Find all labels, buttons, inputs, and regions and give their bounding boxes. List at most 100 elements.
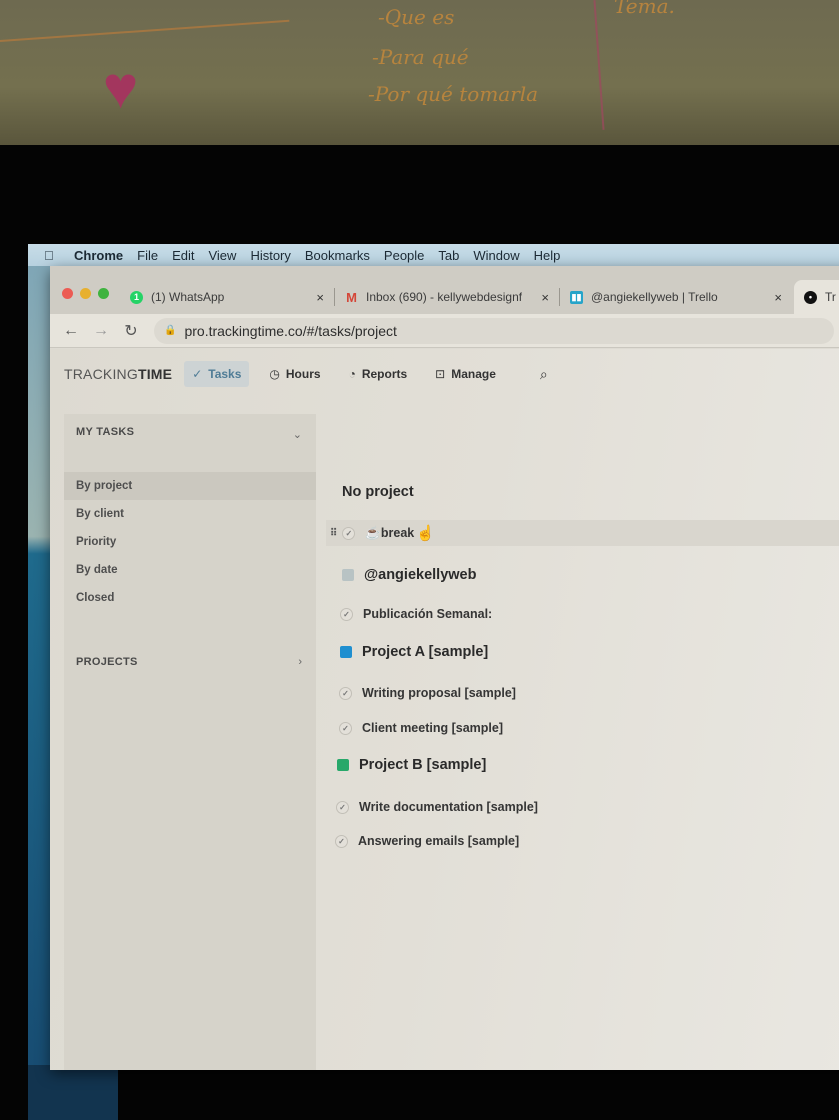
- wall-background: ♥ -Que es -Para qué -Por qué tomarla Tem…: [0, 0, 839, 145]
- complete-checkbox[interactable]: ✓: [340, 607, 353, 621]
- nav-label: Manage: [451, 367, 496, 381]
- briefcase-icon: ⊡: [435, 367, 446, 381]
- tab-title: Tr: [825, 290, 836, 304]
- heart-drawing-icon: ♥: [102, 54, 139, 121]
- reports-icon: ◔: [348, 367, 356, 381]
- nav-label: Tasks: [208, 367, 242, 381]
- close-tab-icon[interactable]: ×: [541, 290, 549, 305]
- task-name: ☕break: [365, 525, 415, 540]
- url-text: pro.trackingtime.co/#/tasks/project: [184, 322, 397, 339]
- project-color-swatch: [340, 646, 352, 658]
- group-title: @angiekellyweb: [364, 567, 477, 583]
- drag-handle-icon[interactable]: ⠿: [330, 528, 337, 539]
- handwriting-line: -Que es: [378, 5, 455, 29]
- desktop-wallpaper: [28, 1065, 118, 1120]
- lock-icon: 🔒: [164, 325, 177, 336]
- nav-tasks[interactable]: ✓ Tasks: [184, 361, 250, 387]
- task-row[interactable]: ✓ Writing proposal [sample]: [339, 686, 516, 700]
- complete-checkbox[interactable]: ✓: [339, 721, 352, 735]
- menu-history[interactable]: History: [250, 248, 290, 263]
- menu-edit[interactable]: Edit: [172, 248, 194, 263]
- browser-window: 1 (1) WhatsApp × M Inbox (690) - kellywe…: [50, 266, 839, 1070]
- tab-whatsapp[interactable]: 1 (1) WhatsApp ×: [120, 280, 335, 314]
- task-row[interactable]: ✓ Answering emails [sample]: [335, 834, 519, 848]
- app-logo[interactable]: TRACKINGTIME: [64, 366, 172, 382]
- tab-gmail[interactable]: M Inbox (690) - kellywebdesignf ×: [335, 280, 560, 314]
- back-icon[interactable]: ←: [62, 322, 80, 340]
- close-window-button[interactable]: [62, 288, 73, 299]
- tab-strip: 1 (1) WhatsApp × M Inbox (690) - kellywe…: [50, 266, 839, 314]
- handwriting-line: -Para qué: [372, 45, 469, 69]
- close-tab-icon[interactable]: ×: [316, 290, 324, 305]
- nav-label: Reports: [361, 367, 408, 381]
- handwriting-line: -Por qué tomarla: [368, 82, 539, 106]
- forward-icon[interactable]: →: [92, 322, 110, 340]
- chevron-right-icon[interactable]: ›: [298, 656, 302, 668]
- tab-title: (1) WhatsApp: [151, 290, 225, 304]
- sidebar-item-by-client[interactable]: By client: [64, 500, 316, 528]
- group-title: Project B [sample]: [359, 757, 487, 773]
- window-controls: [62, 288, 109, 299]
- group-project-a: Project A [sample]: [340, 644, 488, 660]
- reload-icon[interactable]: ↻: [122, 321, 140, 341]
- sidebar-item-closed[interactable]: Closed: [64, 584, 316, 612]
- task-row[interactable]: ✓ Client meeting [sample]: [339, 721, 503, 735]
- zoom-window-button[interactable]: [98, 288, 109, 299]
- logo-bold-text: TIME: [137, 366, 173, 382]
- menu-window[interactable]: Window: [473, 248, 519, 263]
- menu-view[interactable]: View: [208, 248, 236, 263]
- menu-help[interactable]: Help: [534, 248, 561, 263]
- hand-cursor-icon: ☝: [416, 525, 435, 542]
- complete-checkbox[interactable]: ✓: [339, 686, 352, 700]
- nav-hours[interactable]: ◷ Hours: [261, 361, 328, 387]
- task-name: Client meeting [sample]: [362, 721, 503, 735]
- chevron-down-icon[interactable]: ⌄: [293, 428, 302, 441]
- handwriting-line: Tema.: [614, 0, 675, 18]
- menu-chrome[interactable]: Chrome: [74, 248, 123, 263]
- desktop-wallpaper: [28, 262, 52, 1120]
- app-header: TRACKINGTIME ✓ Tasks ◷ Hours ◔ Reports ⊡…: [50, 349, 839, 399]
- minimize-window-button[interactable]: [80, 288, 91, 299]
- nav-reports[interactable]: ◔ Reports: [341, 361, 416, 387]
- menu-bookmarks[interactable]: Bookmarks: [305, 248, 370, 263]
- task-row[interactable]: ✓ Write documentation [sample]: [336, 800, 538, 814]
- logo-light-text: TRACKING: [64, 366, 138, 382]
- trackingtime-icon: •: [804, 290, 817, 304]
- tab-trello[interactable]: ▮▮ @angiekellyweb | Trello ×: [560, 280, 792, 314]
- menu-file[interactable]: File: [137, 248, 158, 263]
- complete-checkbox[interactable]: ✓: [342, 526, 356, 540]
- search-icon[interactable]: ⌕: [540, 366, 548, 383]
- sidebar-item-by-date[interactable]: By date: [64, 556, 316, 584]
- menu-people[interactable]: People: [384, 248, 424, 263]
- group-project-b: Project B [sample]: [337, 757, 486, 773]
- complete-checkbox[interactable]: ✓: [335, 834, 348, 848]
- address-bar[interactable]: 🔒 pro.trackingtime.co/#/tasks/project: [154, 317, 834, 344]
- tab-title: @angiekellyweb | Trello: [591, 290, 718, 304]
- my-tasks-heading[interactable]: MY TASKS: [76, 426, 134, 438]
- group-no-project: No project: [342, 484, 414, 500]
- task-list: No project ⠿ ✓ ☕break ☝ @angiekellyweb ✓…: [320, 414, 839, 1070]
- check-icon: ✓: [192, 367, 203, 381]
- sidebar-item-by-project[interactable]: By project: [64, 472, 316, 500]
- close-tab-icon[interactable]: ×: [774, 290, 782, 305]
- sidebar-item-priority[interactable]: Priority: [64, 528, 316, 556]
- menu-tab[interactable]: Tab: [438, 248, 459, 263]
- task-row[interactable]: ✓ Publicación Semanal:: [340, 607, 492, 621]
- browser-toolbar: ← → ↻ 🔒 pro.trackingtime.co/#/tasks/proj…: [50, 314, 839, 348]
- wall-drawn-line: [0, 19, 290, 42]
- clock-icon: ◷: [269, 367, 280, 381]
- wall-drawn-divider: [593, 0, 605, 130]
- complete-checkbox[interactable]: ✓: [336, 800, 349, 814]
- projects-heading[interactable]: PROJECTS: [76, 656, 138, 668]
- task-name: Writing proposal [sample]: [362, 686, 516, 700]
- apple-icon[interactable]: : [44, 248, 62, 263]
- nav-label: Hours: [285, 367, 321, 381]
- tab-trackingtime[interactable]: • Tr: [794, 280, 839, 314]
- task-name: Write documentation [sample]: [359, 800, 538, 814]
- task-row[interactable]: ⠿ ✓ ☕break ☝: [326, 520, 839, 546]
- nav-manage[interactable]: ⊡ Manage: [427, 361, 504, 387]
- project-color-swatch: [342, 569, 354, 581]
- gmail-icon: M: [346, 289, 357, 305]
- task-name: Answering emails [sample]: [358, 834, 520, 848]
- group-title: No project: [342, 484, 414, 500]
